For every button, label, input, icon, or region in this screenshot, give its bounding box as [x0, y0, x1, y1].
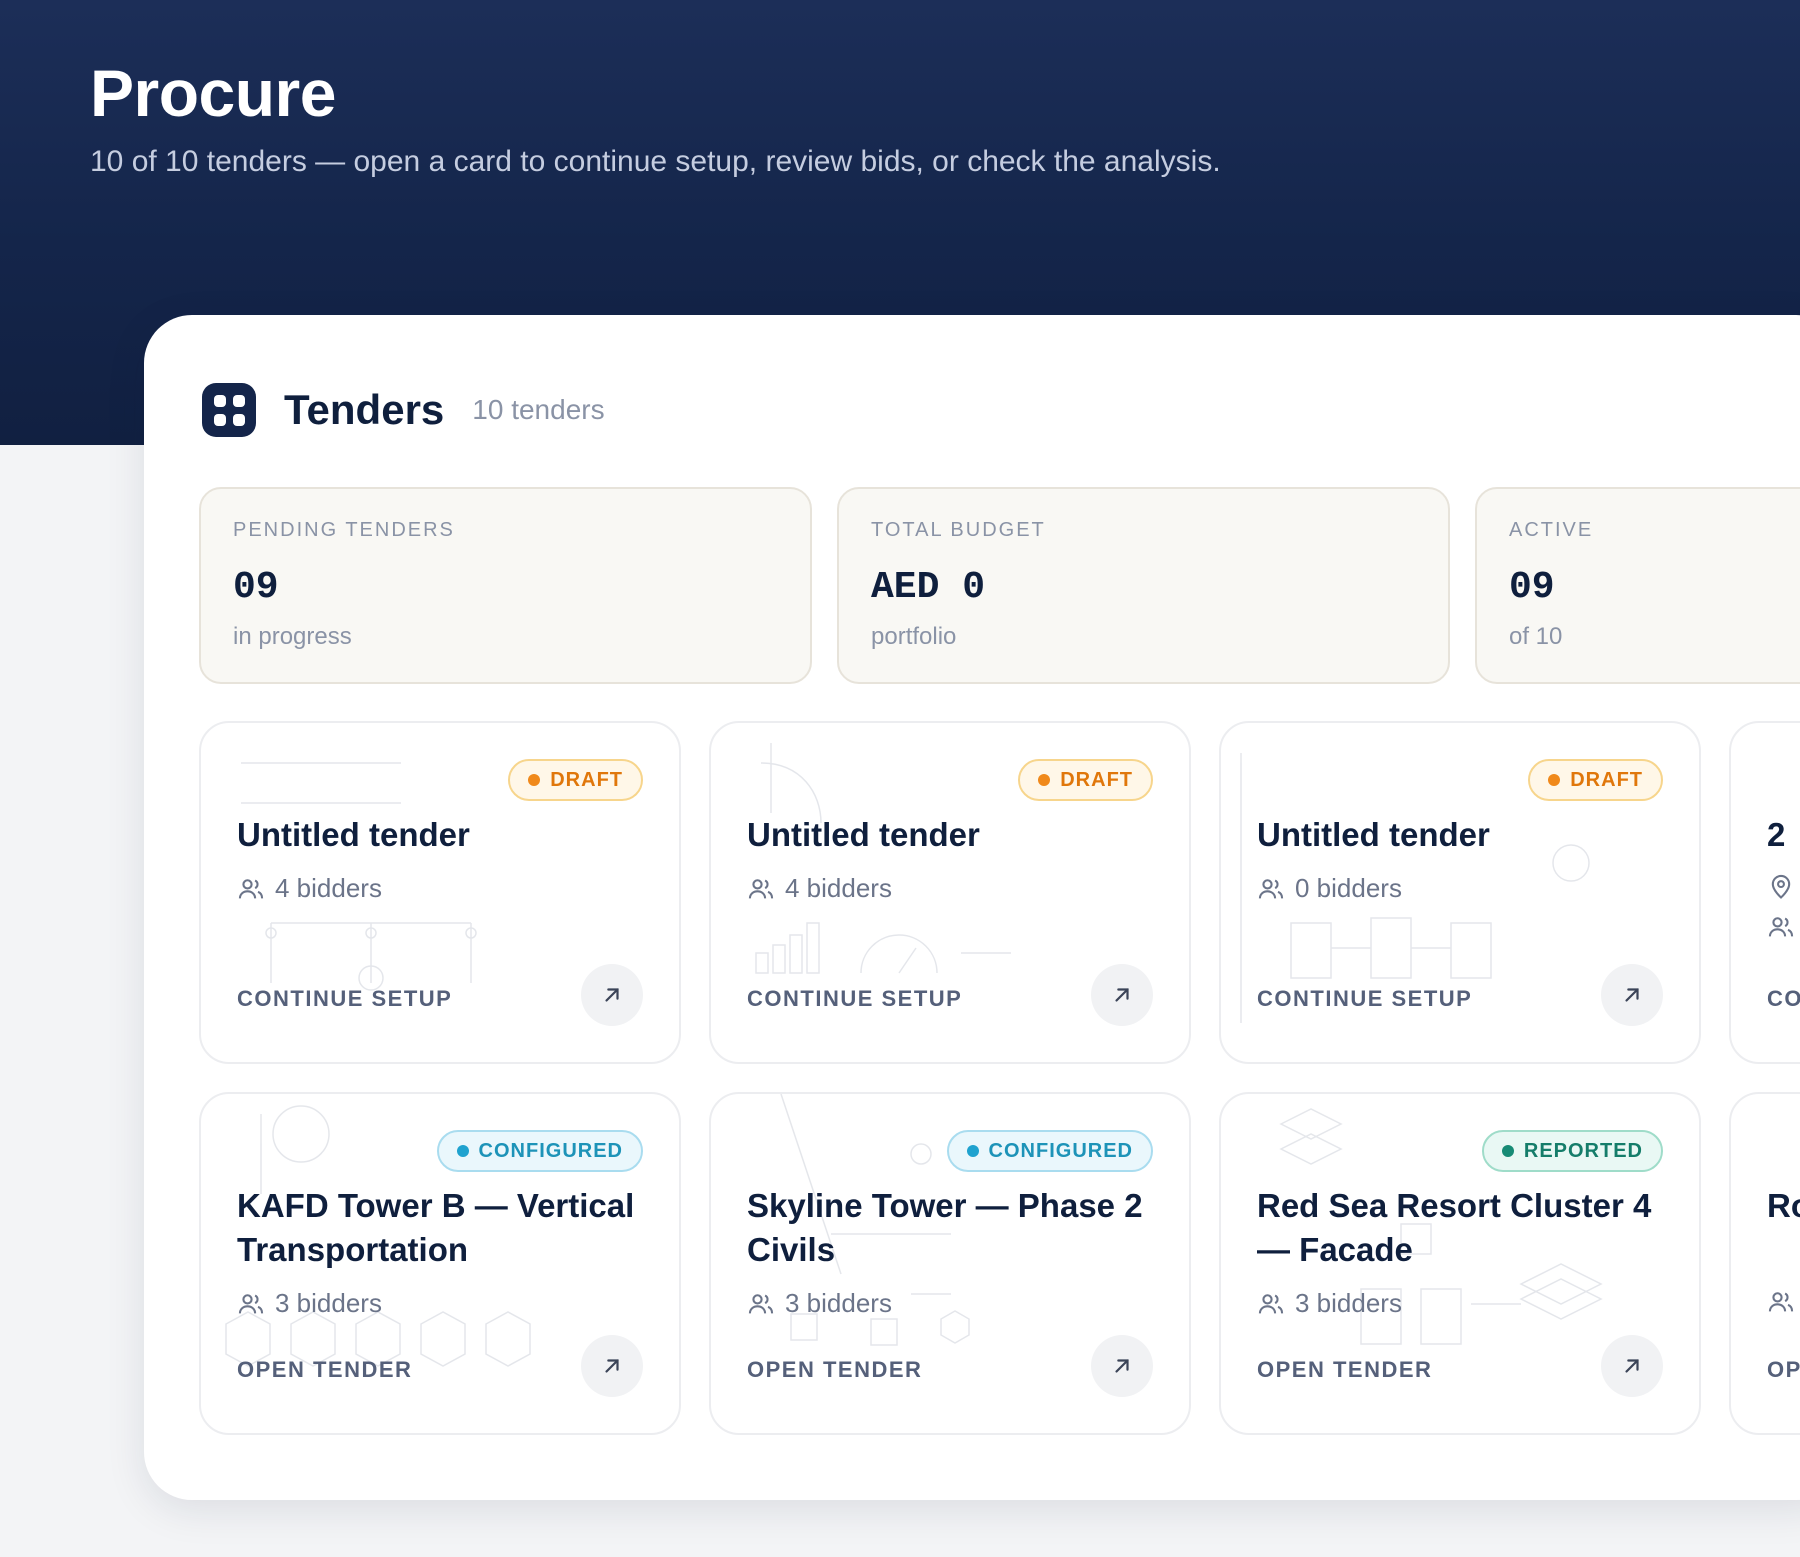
panel-header: Tenders 10 tenders [202, 383, 605, 437]
status-dot [528, 774, 541, 786]
tender-title: Untitled tender [237, 816, 470, 853]
open-card-button[interactable] [1091, 1335, 1153, 1397]
bidders-count: 3 bidders [747, 1288, 892, 1319]
open-card-button[interactable] [1601, 964, 1663, 1026]
bidders-count: 3 bidders [237, 1288, 382, 1319]
open-tender-link[interactable]: OPEN TENDER [237, 1357, 412, 1383]
status-badge: CONFIGURED [436, 1130, 643, 1172]
arrow-up-right-icon [605, 988, 619, 1002]
arrow-up-right-icon [1625, 988, 1639, 1002]
status-label: DRAFT [550, 768, 623, 791]
stat-label: ACTIVE [1509, 519, 1594, 541]
users-icon [1258, 1293, 1284, 1313]
status-dot [1501, 1145, 1514, 1157]
open-tender-link[interactable]: OPEN TENDER [1257, 1357, 1432, 1383]
tender-card[interactable]: CONFIGURED Skyline Tower — Phase 2 Civil… [709, 1092, 1191, 1435]
page-subtitle: 10 of 10 tenders — open a card to contin… [90, 145, 1221, 178]
stat-sub: portfolio [871, 623, 957, 650]
stat-active: ACTIVE 09 of 10 [1475, 487, 1800, 684]
stats-row: PENDING TENDERS 09 in progress TOTAL BUD… [199, 487, 1800, 684]
bidders-count: 3 bidders [1257, 1288, 1402, 1319]
status-badge: DRAFT [1528, 759, 1663, 801]
open-tender-link[interactable]: OP [1767, 1357, 1800, 1383]
tender-title: Ro Su [1767, 1187, 1800, 1224]
status-label: CONFIGURED [478, 1139, 623, 1162]
tender-card[interactable]: DRAFT Untitled tender 4 bidders CONTINUE… [199, 721, 681, 1064]
tender-card[interactable]: REPORTED Red Sea Resort Cluster 4 — Faca… [1219, 1092, 1701, 1435]
tender-title: Skyline Tower — Phase 2 Civils [747, 1187, 1143, 1268]
continue-setup-link[interactable]: CO [1767, 986, 1800, 1012]
status-label: DRAFT [1060, 768, 1133, 791]
users-icon [238, 1293, 264, 1313]
stat-label: PENDING TENDERS [233, 519, 455, 541]
page-title: Procure [90, 56, 336, 130]
continue-setup-link[interactable]: CONTINUE SETUP [1257, 986, 1472, 1012]
tender-card[interactable]: Ro Su OP [1729, 1092, 1800, 1435]
grid-icon [202, 383, 256, 437]
stat-value: 09 [233, 566, 279, 609]
tender-title: KAFD Tower B — Vertical Transportation [237, 1187, 635, 1268]
arrow-up-right-icon [605, 1359, 619, 1373]
continue-setup-link[interactable]: CONTINUE SETUP [747, 986, 962, 1012]
bidders-label: 3 bidders [785, 1288, 892, 1318]
open-card-button[interactable] [581, 1335, 643, 1397]
open-card-button[interactable] [1091, 964, 1153, 1026]
stat-sub: of 10 [1509, 623, 1563, 650]
tender-card[interactable]: CONFIGURED KAFD Tower B — Vertical Trans… [199, 1092, 681, 1435]
bidders-label: 3 bidders [275, 1288, 382, 1318]
tenders-panel: Tenders 10 tenders PENDING TENDERS 09 in… [144, 315, 1800, 1500]
tender-title: Red Sea Resort Cluster 4 — Facade [1257, 1187, 1652, 1268]
bidders-label: 4 bidders [785, 873, 892, 903]
users-icon [748, 878, 774, 898]
status-badge: REPORTED [1481, 1130, 1663, 1172]
tender-card[interactable]: 2 CO [1729, 721, 1800, 1064]
tender-title: Untitled tender [747, 816, 980, 853]
tender-cards-grid: DRAFT Untitled tender 4 bidders CONTINUE… [199, 721, 1800, 1435]
status-dot [1548, 774, 1561, 786]
location-pin-icon [1771, 874, 1791, 899]
stat-sub: in progress [233, 623, 352, 650]
open-tender-link[interactable]: OPEN TENDER [747, 1357, 922, 1383]
tender-card[interactable]: DRAFT Untitled tender 4 bidders CONTINUE… [709, 721, 1191, 1064]
users-icon [748, 1293, 774, 1313]
status-label: CONFIGURED [988, 1139, 1133, 1162]
status-badge: DRAFT [1018, 759, 1153, 801]
users-icon [1768, 917, 1794, 937]
users-icon [1768, 1292, 1794, 1312]
arrow-up-right-icon [1115, 988, 1129, 1002]
users-icon [1258, 878, 1284, 898]
bidders-label: 0 bidders [1295, 873, 1402, 903]
stat-label: TOTAL BUDGET [871, 519, 1046, 541]
bidders-label: 4 bidders [275, 873, 382, 903]
bidders-count: 4 bidders [237, 873, 382, 904]
tender-title: Untitled tender [1257, 816, 1490, 853]
open-card-button[interactable] [1601, 1335, 1663, 1397]
panel-title: Tenders [284, 386, 445, 433]
tender-card[interactable]: DRAFT Untitled tender 0 bidders CONTINUE… [1219, 721, 1701, 1064]
users-icon [238, 878, 264, 898]
bidders-count: 0 bidders [1257, 873, 1402, 904]
status-dot [966, 1145, 979, 1157]
stat-total-budget: TOTAL BUDGET AED 0 portfolio [837, 487, 1450, 684]
tender-title: 2 [1767, 816, 1786, 853]
bidders-count: 4 bidders [747, 873, 892, 904]
stat-value: 09 [1509, 566, 1555, 609]
status-label: DRAFT [1570, 768, 1643, 791]
arrow-up-right-icon [1625, 1359, 1639, 1373]
status-badge: DRAFT [508, 759, 643, 801]
status-dot [1038, 774, 1051, 786]
continue-setup-link[interactable]: CONTINUE SETUP [237, 986, 452, 1012]
bidders-label: 3 bidders [1295, 1288, 1402, 1318]
status-dot [456, 1145, 469, 1157]
status-badge: CONFIGURED [946, 1130, 1153, 1172]
stat-pending-tenders: PENDING TENDERS 09 in progress [199, 487, 812, 684]
stat-value: AED 0 [871, 566, 986, 609]
arrow-up-right-icon [1115, 1359, 1129, 1373]
status-label: REPORTED [1523, 1139, 1643, 1162]
open-card-button[interactable] [581, 964, 643, 1026]
tender-count: 10 tenders [472, 394, 605, 425]
